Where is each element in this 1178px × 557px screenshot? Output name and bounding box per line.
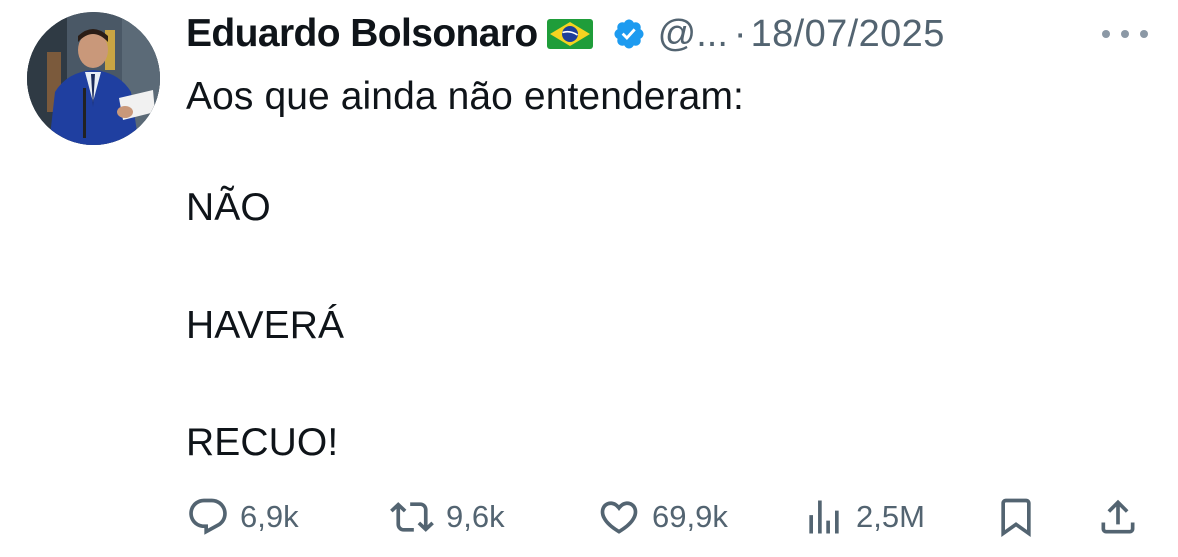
avatar-photo: [27, 12, 160, 145]
reply-icon: [189, 498, 227, 535]
more-dot: [1121, 30, 1129, 38]
share-icon: [1101, 499, 1135, 534]
reply-button[interactable]: 6,9k: [186, 494, 299, 540]
repost-button[interactable]: 9,6k: [388, 494, 505, 540]
bookmark-icon: [1001, 498, 1031, 538]
avatar[interactable]: [27, 12, 160, 145]
repost-icon: [390, 502, 434, 532]
share-button[interactable]: [1096, 494, 1140, 540]
repost-count: 9,6k: [446, 499, 505, 534]
like-button[interactable]: 69,9k: [596, 494, 728, 540]
views-icon: [809, 500, 839, 534]
separator-dot: ·: [733, 12, 747, 55]
tweet-header: Eduardo Bolsonaro @... · 18/07/2025: [186, 9, 945, 59]
like-count: 69,9k: [652, 499, 728, 534]
tweet-card: Eduardo Bolsonaro @... · 18/07/2025 Aos …: [0, 0, 1178, 557]
tweet-text-line: NÃO: [186, 186, 271, 229]
heart-icon: [600, 501, 638, 534]
action-bar: 6,9k 9,6k 69,9k 2,5M: [186, 494, 1146, 540]
more-dot: [1102, 30, 1110, 38]
reply-count: 6,9k: [240, 499, 299, 534]
tweet-text-line: HAVERÁ: [186, 304, 345, 347]
tweet-text-line: Aos que ainda não entenderam:: [186, 75, 744, 118]
author-handle[interactable]: @...: [658, 13, 728, 56]
views-count: 2,5M: [856, 499, 925, 534]
views-button[interactable]: 2,5M: [802, 494, 925, 540]
post-date[interactable]: 18/07/2025: [751, 13, 945, 56]
tweet-text-line: RECUO!: [186, 421, 339, 464]
brazil-flag-icon: [546, 17, 594, 51]
more-dot: [1140, 30, 1148, 38]
more-options-icon[interactable]: [1102, 26, 1148, 42]
bookmark-button[interactable]: [994, 494, 1038, 540]
author-name[interactable]: Eduardo Bolsonaro: [186, 12, 538, 56]
verified-badge-icon[interactable]: [612, 17, 646, 51]
